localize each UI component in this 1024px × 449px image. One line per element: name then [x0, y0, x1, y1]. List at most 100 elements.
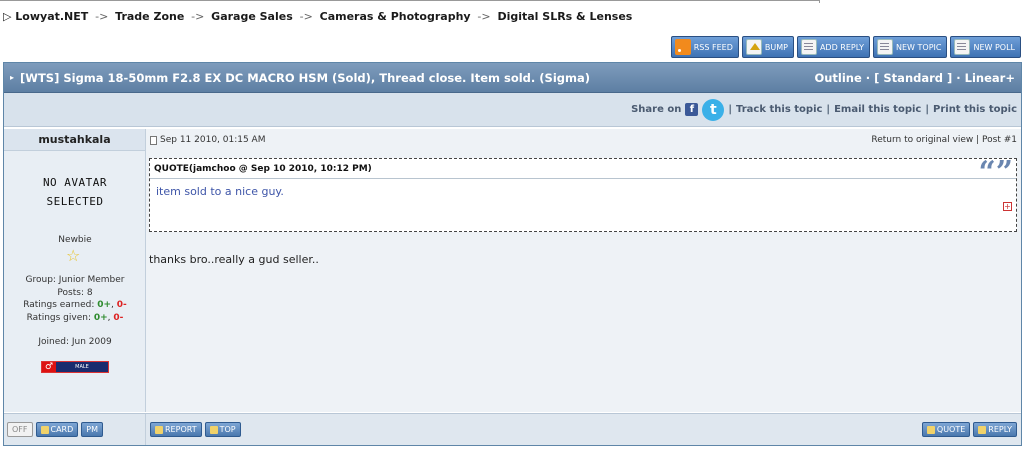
no-avatar: NO AVATAR SELECTED	[4, 173, 146, 211]
topic-title: [WTS] Sigma 18-50mm F2.8 EX DC MACRO HSM…	[20, 70, 590, 85]
report-icon	[155, 425, 163, 434]
breadcrumb-marker: ▷	[3, 10, 16, 23]
male-icon: ♂	[42, 362, 56, 372]
no-avatar-line1: NO AVATAR	[42, 176, 108, 189]
reply-button[interactable]: REPLY	[973, 422, 1017, 437]
post-header-separator: |	[976, 135, 980, 145]
view-mode-links[interactable]: Outline · [ Standard ] · Linear+	[814, 71, 1015, 85]
topic-titlebar: ▸ [WTS] Sigma 18-50mm F2.8 EX DC MACRO H…	[4, 63, 1021, 93]
twitter-icon[interactable]: t	[702, 98, 725, 121]
share-separator: |	[826, 104, 831, 115]
card-button[interactable]: CARD	[35, 422, 79, 437]
top-label: TOP	[219, 425, 236, 434]
view-modes[interactable]: Outline · [ Standard ] · Linear+	[814, 71, 1015, 85]
bump-arrow-icon	[745, 39, 762, 55]
gender-label: MALE	[75, 364, 89, 370]
track-topic-link[interactable]: Track this topic	[736, 104, 822, 115]
rank-star-icon: ☆	[66, 246, 81, 265]
breadcrumb: ▷ Lowyat.NET -> Trade Zone -> Garage Sal…	[3, 10, 632, 23]
add-reply-button[interactable]: ADD REPLY	[796, 36, 871, 58]
new-topic-button[interactable]: NEW TOPIC	[873, 36, 948, 58]
card-icon	[40, 425, 49, 434]
quote-body: item sold to a nice guy.	[156, 185, 284, 198]
user-group: Group: Junior Member	[25, 275, 125, 285]
add-reply-label: ADD REPLY	[819, 42, 865, 52]
top-button[interactable]: TOP	[204, 422, 241, 437]
quote-icon	[926, 425, 935, 434]
breadcrumb-separator: ->	[477, 10, 491, 23]
return-original-link[interactable]: Return to original view	[871, 135, 973, 145]
quote-button[interactable]: QUOTE	[921, 422, 971, 437]
post-header: Sep 11 2010, 01:15 AM Return to original…	[146, 129, 1021, 151]
new-poll-label: NEW POLL	[973, 42, 1015, 52]
ratings-earned-positive: 0+	[97, 300, 112, 310]
expand-quote-icon[interactable]: +	[1003, 202, 1012, 211]
ratings-given-positive: 0+	[93, 312, 108, 323]
report-button[interactable]: REPORT	[150, 422, 202, 437]
username[interactable]: mustahkala	[4, 129, 145, 151]
user-posts: Posts: 8	[57, 287, 93, 298]
breadcrumb-cameras[interactable]: Cameras & Photography	[320, 10, 471, 23]
ratings-given: Ratings given: 0+, 0-	[26, 312, 124, 323]
title-bullet-icon: ▸	[10, 73, 15, 82]
post-actions: REPORT TOP QUOTE REPLY	[146, 414, 1021, 445]
breadcrumb-lowyat[interactable]: Lowyat.NET	[15, 10, 88, 23]
post-row: mustahkala NO AVATAR SELECTED Newbie ☆ G…	[4, 129, 1021, 412]
user-panel: mustahkala NO AVATAR SELECTED Newbie ☆ G…	[4, 129, 146, 412]
breadcrumb-separator: ->	[95, 10, 109, 23]
report-label: REPORT	[165, 425, 197, 434]
breadcrumb-separator: ->	[299, 10, 313, 23]
rss-feed-label: RSS FEED	[693, 42, 733, 52]
user-joined: Joined: Jun 2009	[38, 337, 112, 347]
ratings-earned: Ratings earned: 0+, 0-	[23, 300, 127, 310]
share-label: Share on	[631, 104, 682, 115]
online-status-button: OFF	[7, 422, 33, 437]
rss-icon	[674, 39, 691, 55]
ratings-given-label: Ratings given:	[26, 312, 91, 323]
user-info: Group: Junior Member Posts: 8 Ratings ea…	[4, 274, 146, 324]
post-date: Sep 11 2010, 01:15 AM	[160, 135, 266, 145]
reply-icon	[978, 425, 987, 434]
top-border	[0, 0, 820, 3]
share-separator: |	[925, 104, 929, 115]
poll-doc-icon	[954, 39, 971, 55]
post-number-link[interactable]: Post #1	[982, 135, 1017, 145]
quote-block: QUOTE(jamchoo @ Sep 10 2010, 10:12 PM) “…	[149, 155, 1017, 232]
quote-mark-icon: “”	[978, 155, 1013, 190]
user-rank: Newbie	[58, 235, 92, 245]
post-footer: OFF CARD PM REPORT TOP QUOTE REPLY	[4, 413, 1021, 445]
topic-actions: RSS FEED BUMP ADD REPLY NEW TOPIC NEW PO…	[670, 36, 1021, 58]
topic-container: ▸ [WTS] Sigma 18-50mm F2.8 EX DC MACRO H…	[3, 62, 1022, 446]
print-topic-link[interactable]: Print this topic	[933, 104, 1017, 115]
reply-doc-icon	[800, 39, 817, 55]
no-avatar-line2: SELECTED	[46, 195, 104, 208]
breadcrumb-dslr-lenses[interactable]: Digital SLRs & Lenses	[497, 10, 632, 23]
reply-label: REPLY	[988, 425, 1012, 434]
post-page-icon	[150, 135, 157, 145]
quote-label: QUOTE	[936, 425, 966, 434]
email-topic-link[interactable]: Email this topic	[834, 104, 921, 115]
new-poll-button[interactable]: NEW POLL	[950, 36, 1021, 58]
pm-button[interactable]: PM	[81, 422, 104, 437]
post-body: thanks bro..really a gud seller..	[149, 253, 319, 266]
ratings-earned-label: Ratings earned:	[23, 300, 95, 310]
top-icon	[209, 425, 218, 434]
gender-badge: ♂ MALE	[41, 361, 109, 373]
quote-header: QUOTE(jamchoo @ Sep 10 2010, 10:12 PM)	[150, 159, 1016, 179]
ratings-earned-negative: 0-	[116, 300, 127, 310]
facebook-icon[interactable]: f	[685, 103, 699, 116]
user-actions: OFF CARD PM	[4, 414, 146, 445]
topic-doc-icon	[877, 39, 894, 55]
breadcrumb-garage-sales[interactable]: Garage Sales	[211, 10, 293, 23]
breadcrumb-trade-zone[interactable]: Trade Zone	[115, 10, 184, 23]
bump-label: BUMP	[764, 42, 788, 52]
bump-button[interactable]: BUMP	[741, 36, 794, 58]
rss-feed-button[interactable]: RSS FEED	[670, 36, 739, 58]
card-label: CARD	[50, 425, 74, 434]
share-separator: |	[728, 104, 733, 115]
share-bar: Share on f t | Track this topic | Email …	[4, 93, 1021, 127]
breadcrumb-separator: ->	[191, 10, 205, 23]
new-topic-label: NEW TOPIC	[896, 42, 942, 52]
ratings-given-negative: 0-	[113, 312, 124, 323]
post-content: Sep 11 2010, 01:15 AM Return to original…	[146, 129, 1021, 412]
